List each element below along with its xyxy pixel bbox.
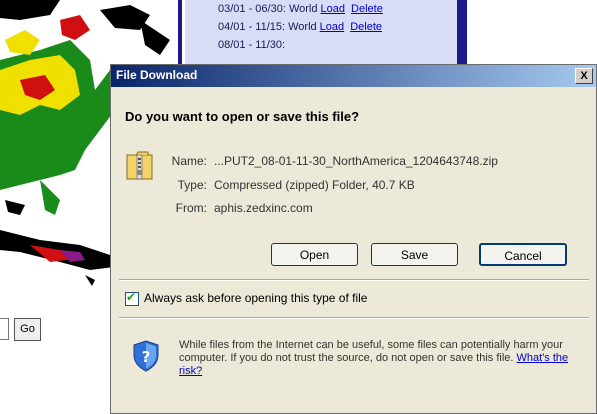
delete-link[interactable]: Delete — [350, 21, 382, 33]
security-shield-icon: ? — [133, 340, 159, 372]
load-link[interactable]: Load — [320, 3, 344, 15]
file-download-dialog: File Download X Do you want to open or s… — [110, 64, 597, 414]
file-list-item-text: 04/01 - 11/15: World — [218, 21, 317, 33]
type-label: Type: — [177, 178, 207, 192]
panel-border-right — [457, 0, 467, 70]
file-list-item-text: 03/01 - 06/30: World — [218, 3, 318, 15]
close-icon[interactable]: X — [575, 68, 593, 84]
always-ask-label[interactable]: Always ask before opening this type of f… — [144, 291, 367, 305]
go-input[interactable] — [0, 318, 9, 340]
open-button[interactable]: Open — [271, 243, 358, 266]
dialog-title: File Download — [116, 68, 198, 82]
load-link[interactable]: Load — [320, 21, 344, 33]
file-name-value: ...PUT2_08-01-11-30_NorthAmerica_1204643… — [214, 154, 498, 168]
file-type-value: Compressed (zipped) Folder, 40.7 KB — [214, 178, 415, 192]
name-label: Name: — [171, 154, 207, 168]
separator — [119, 279, 589, 281]
cancel-button[interactable]: Cancel — [479, 243, 567, 266]
checkmark-icon: ✔ — [126, 290, 137, 304]
security-warning: While files from the Internet can be use… — [179, 339, 584, 378]
from-label: From: — [175, 201, 207, 215]
go-button[interactable]: Go — [14, 318, 41, 341]
dialog-titlebar[interactable]: File Download X — [111, 65, 596, 87]
file-list-item: 04/01 - 11/15: World Load Delete — [218, 21, 382, 33]
panel-border — [178, 0, 182, 70]
source-value: aphis.zedxinc.com — [214, 201, 313, 215]
delete-link[interactable]: Delete — [351, 3, 383, 15]
file-list-item-text: 08/01 - 11/30: — [218, 39, 286, 51]
save-button[interactable]: Save — [371, 243, 458, 266]
file-list-item: 08/01 - 11/30: — [218, 39, 285, 51]
svg-text:?: ? — [142, 348, 151, 366]
always-ask-checkbox[interactable]: ✔ — [125, 290, 139, 306]
separator — [119, 317, 589, 319]
warning-text: While files from the Internet can be use… — [179, 339, 563, 364]
file-list-item: 03/01 - 06/30: World Load Delete — [218, 3, 383, 15]
dialog-question: Do you want to open or save this file? — [125, 109, 360, 124]
